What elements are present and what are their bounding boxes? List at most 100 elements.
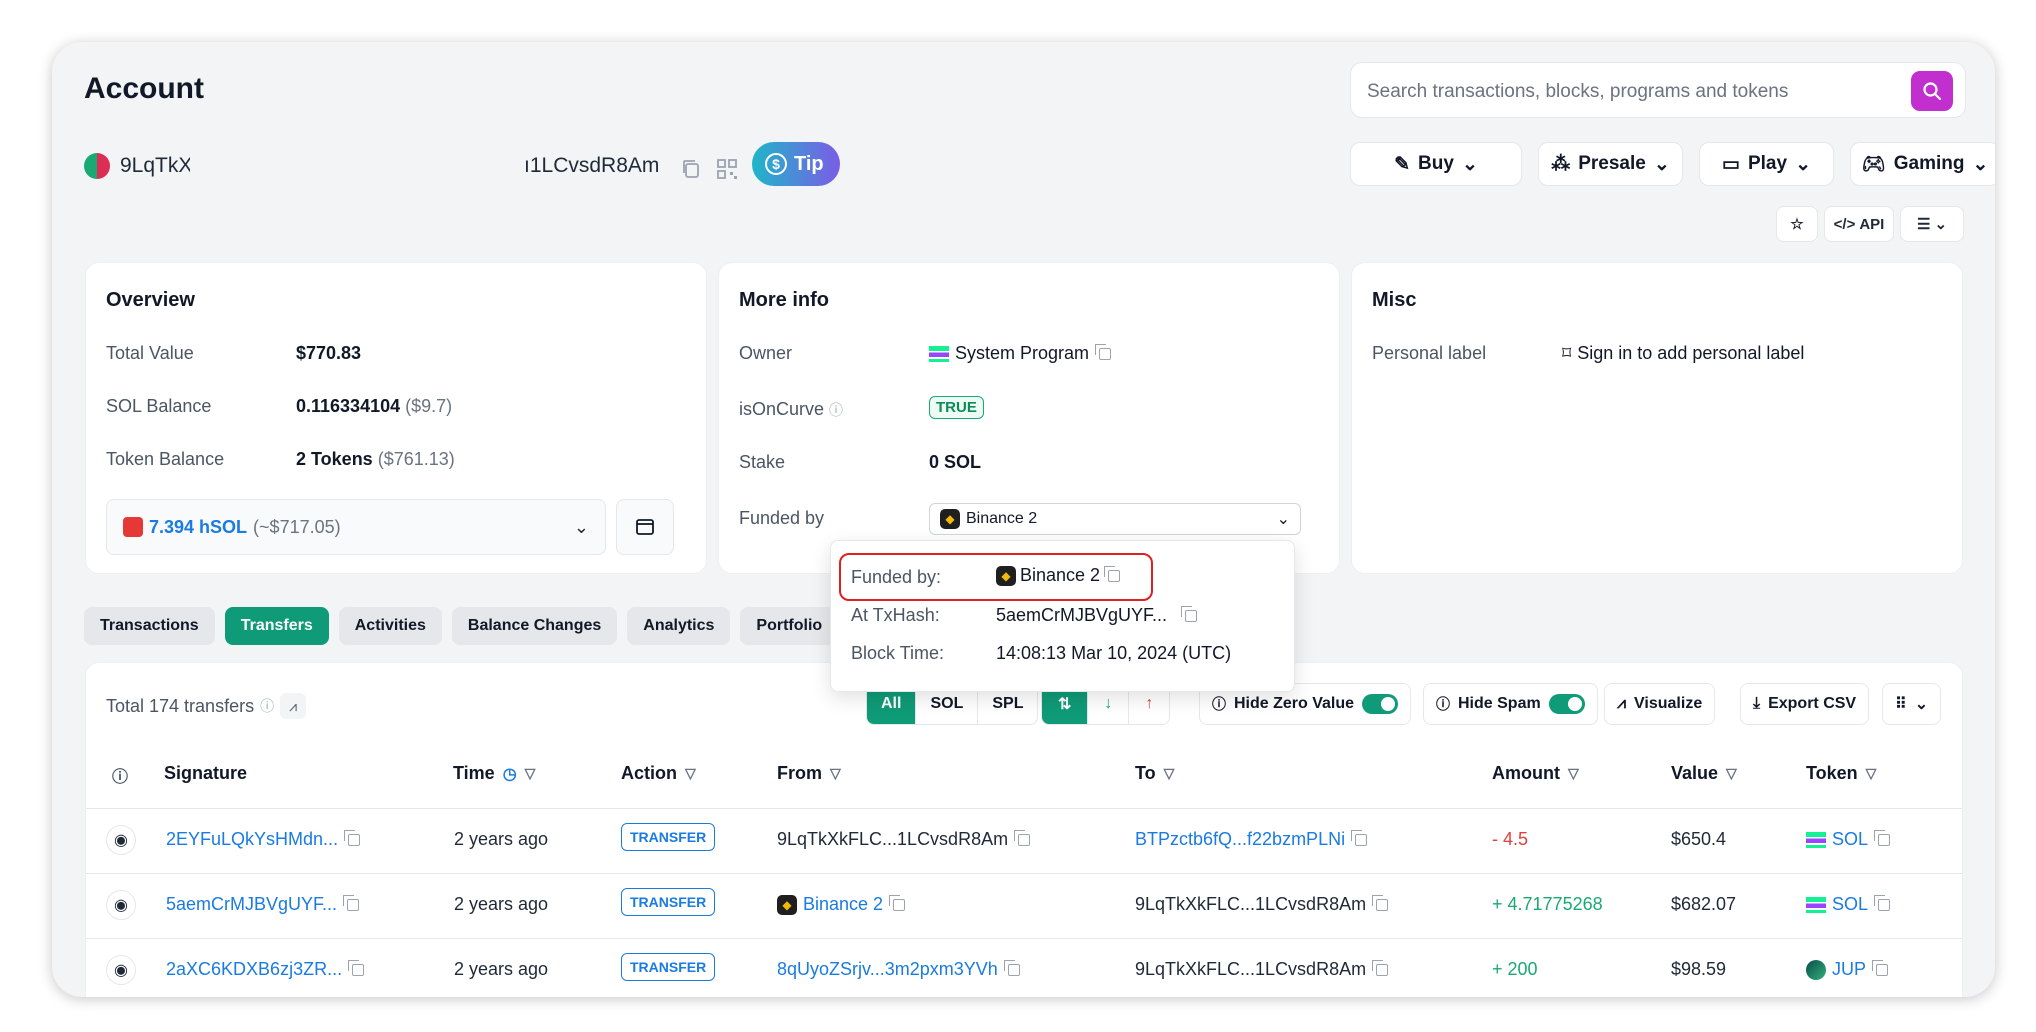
owner-label: Owner	[739, 343, 793, 363]
to-link[interactable]: BTPzctb6fQ...f22bzmPLNi	[1135, 829, 1368, 850]
solana-icon	[1806, 896, 1826, 913]
copy-icon[interactable]	[1003, 959, 1020, 976]
hide-spam-switch[interactable]	[1548, 694, 1585, 714]
list-icon: ☰	[1916, 216, 1931, 233]
signature-link[interactable]: 2EYFuLQkYsHMdn...	[166, 829, 361, 850]
play-menu-button[interactable]: ▭ Play ⌄	[1699, 142, 1834, 186]
clock-icon[interactable]: ◷	[503, 764, 517, 784]
total-transfers-text: Total 174 transfers	[106, 695, 255, 716]
copy-icon[interactable]	[1874, 894, 1891, 911]
info-icon[interactable]: ⓘ	[260, 696, 274, 716]
copy-icon[interactable]	[1372, 959, 1389, 976]
copy-icon[interactable]	[1874, 829, 1891, 846]
copy-icon[interactable]	[1351, 829, 1368, 846]
filter-icon[interactable]: ▽	[1866, 765, 1877, 782]
copy-icon[interactable]	[1872, 959, 1889, 976]
copy-icon[interactable]	[344, 829, 361, 846]
search-button[interactable]	[1911, 71, 1953, 111]
info-icon[interactable]: ⓘ	[829, 402, 843, 418]
hsol-token-icon	[123, 517, 143, 537]
filter-icon[interactable]: ▽	[525, 765, 536, 782]
tab-balance-changes[interactable]: Balance Changes	[451, 607, 618, 645]
tip-button[interactable]: $ Tip	[752, 142, 840, 186]
copy-icon[interactable]	[348, 959, 365, 976]
to-cell[interactable]: 9LqTkXkFLC...1LCvsdR8Am	[1135, 959, 1389, 980]
copy-icon[interactable]	[1095, 343, 1112, 360]
filter-icon[interactable]: ▽	[830, 765, 841, 782]
signature-link[interactable]: 5aemCrMJBVgUYF...	[166, 894, 360, 915]
eye-icon[interactable]: ◉	[106, 955, 136, 985]
stake-value: 0 SOL	[929, 452, 982, 472]
tab-transactions[interactable]: Transactions	[84, 607, 215, 645]
popover-txhash-link[interactable]: 5aemCrMJBVgUYF...	[996, 605, 1198, 626]
tab-activities[interactable]: Activities	[338, 607, 442, 645]
play-label: Play	[1747, 153, 1788, 174]
action-badge: TRANSFER	[621, 953, 716, 981]
copy-icon[interactable]	[680, 158, 702, 180]
token-link[interactable]: SOL	[1806, 829, 1891, 850]
popover-funded-link[interactable]: ◆ Binance 2	[996, 565, 1121, 586]
tab-analytics[interactable]: Analytics	[627, 607, 731, 645]
filter-icon[interactable]: ▽	[685, 765, 696, 782]
token-link[interactable]: JUP	[1806, 959, 1889, 980]
download-icon: ⤓	[1753, 695, 1761, 712]
column-settings-button[interactable]: ⠿ ⌄	[1882, 683, 1942, 725]
search-bar[interactable]: Search transactions, blocks, programs an…	[1350, 62, 1966, 118]
chart-icon[interactable]: ⩘	[280, 693, 307, 719]
export-csv-button[interactable]: ⤓ Export CSV	[1740, 683, 1870, 725]
chevron-down-icon: ⌄	[1972, 153, 1989, 175]
tab-portfolio[interactable]: Portfolio	[740, 607, 839, 645]
amount-cell: + 200	[1492, 959, 1538, 979]
visualize-button[interactable]: ⩘ Visualize	[1604, 683, 1716, 725]
hide-zero-switch[interactable]	[1362, 694, 1399, 714]
favorite-button[interactable]: ☆	[1776, 206, 1818, 242]
token-link[interactable]: SOL	[1806, 894, 1891, 915]
filter-icon[interactable]: ▽	[1568, 765, 1579, 782]
time-cell: 2 years ago	[454, 829, 549, 849]
tab-transfers[interactable]: Transfers	[224, 607, 329, 645]
copy-icon[interactable]	[343, 894, 360, 911]
eye-icon[interactable]: ◉	[106, 890, 136, 920]
to-cell[interactable]: 9LqTkXkFLC...1LCvsdR8Am	[1135, 894, 1389, 915]
help-icon[interactable]: ⓘ	[112, 763, 128, 787]
presale-menu-button[interactable]: ⁂ Presale ⌄	[1538, 142, 1683, 186]
gaming-menu-button[interactable]: 🎮︎ Gaming ⌄	[1850, 142, 1995, 186]
visualize-label: Visualize	[1634, 695, 1703, 712]
copy-icon[interactable]	[1181, 605, 1198, 622]
funded-by-value: Binance 2	[966, 510, 1038, 527]
column-from: From ▽	[777, 763, 841, 784]
funded-by-dropdown[interactable]: ◆ Binance 2 ⌄	[929, 503, 1301, 535]
chevron-down-icon: ⌄	[1795, 153, 1811, 175]
column-to-label: To	[1135, 763, 1156, 783]
table-row: ◉ 2aXC6KDXB6zj3ZR... 2 years ago TRANSFE…	[86, 938, 1962, 997]
filter-icon[interactable]: ▽	[1726, 765, 1737, 782]
column-action-label: Action	[621, 763, 677, 783]
copy-icon[interactable]	[1104, 565, 1121, 582]
qr-code-icon[interactable]	[716, 158, 738, 180]
copy-icon[interactable]	[889, 894, 906, 911]
signature-link[interactable]: 2aXC6KDXB6zj3ZR...	[166, 959, 365, 980]
buy-menu-button[interactable]: ✎ Buy ⌄	[1350, 142, 1522, 186]
table-row: ◉ 2EYFuLQkYsHMdn... 2 years ago TRANSFER…	[86, 808, 1962, 872]
from-cell[interactable]: 9LqTkXkFLC...1LCvsdR8Am	[777, 829, 1031, 850]
token-balance-label: Token Balance	[106, 449, 225, 469]
wallet-button[interactable]	[616, 499, 674, 555]
token-select[interactable]: 7.394 hSOL (~$717.05) ⌄	[106, 499, 606, 555]
overview-card: Overview Total Value $770.83 SOL Balance…	[85, 262, 707, 574]
owner-link[interactable]: System Program	[929, 343, 1112, 364]
search-input[interactable]: Search transactions, blocks, programs an…	[1367, 81, 1788, 103]
gaming-label: Gaming	[1893, 153, 1965, 174]
action-cell: TRANSFER	[621, 953, 716, 981]
token-balance-usd: ($761.13)	[377, 449, 455, 469]
token-balance: 2 Tokens ($761.13)	[296, 449, 455, 470]
from-link[interactable]: 8qUyoZSrjv...3m2pxm3YVh	[777, 959, 1020, 980]
eye-icon[interactable]: ◉	[106, 825, 136, 855]
api-button[interactable]: </> API	[1824, 206, 1894, 242]
copy-icon[interactable]	[1014, 829, 1031, 846]
hide-spam-toggle[interactable]: ⓘ Hide Spam	[1423, 683, 1598, 725]
from-link[interactable]: ◆ Binance 2	[777, 894, 906, 915]
filter-icon[interactable]: ▽	[1164, 765, 1175, 782]
list-menu-button[interactable]: ☰ ⌄	[1900, 206, 1964, 242]
personal-label-link[interactable]: ⌑ Sign in to add personal label	[1562, 343, 1804, 364]
copy-icon[interactable]	[1372, 894, 1389, 911]
